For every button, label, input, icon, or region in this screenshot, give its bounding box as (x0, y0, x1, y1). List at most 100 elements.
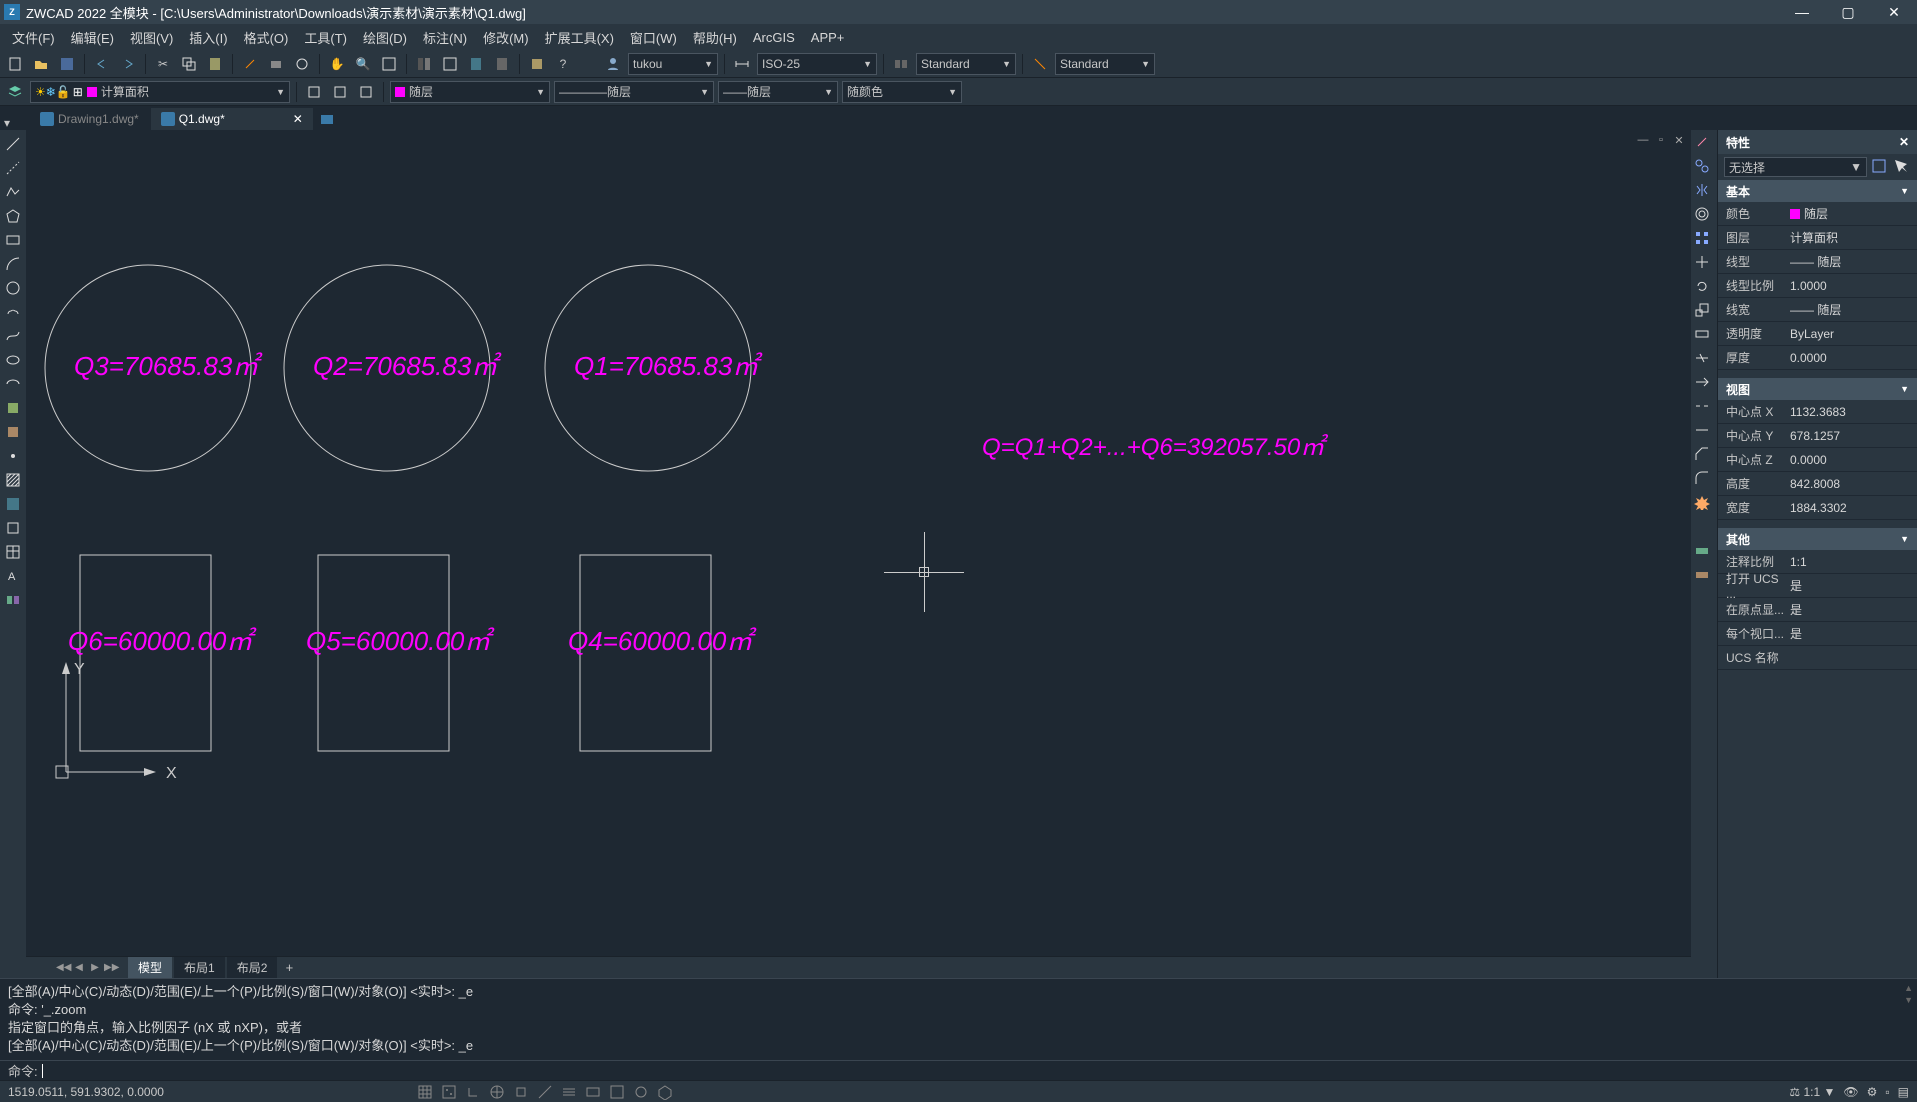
tab-last-icon[interactable]: ▶▶ (104, 962, 118, 973)
zoom-icon[interactable]: 🔍 (352, 53, 374, 75)
cycle-icon[interactable] (630, 1083, 652, 1101)
layer-manager-icon[interactable] (4, 81, 26, 103)
revision-cloud-icon[interactable] (3, 302, 23, 322)
scale-icon[interactable] (1694, 302, 1714, 322)
menu-file[interactable]: 文件(F) (4, 24, 63, 51)
plotstyle-combo[interactable]: 随颜色▼ (842, 81, 962, 103)
tool-palette-icon[interactable] (465, 53, 487, 75)
document-tab-active[interactable]: Q1.dwg*✕ (151, 108, 313, 130)
circle-icon[interactable] (3, 278, 23, 298)
array-icon[interactable] (1694, 230, 1714, 250)
calculator-icon[interactable] (491, 53, 513, 75)
redo-icon[interactable] (117, 53, 139, 75)
zoom-extents-icon[interactable] (378, 53, 400, 75)
snap-icon[interactable] (438, 1083, 460, 1101)
menu-draw[interactable]: 绘图(D) (355, 24, 415, 51)
design-center-icon[interactable] (439, 53, 461, 75)
select-objects-icon[interactable] (1893, 158, 1911, 176)
extend-icon[interactable] (1694, 374, 1714, 394)
chamfer-icon[interactable] (1694, 446, 1714, 466)
layer-prev-icon[interactable] (303, 81, 325, 103)
addregion-icon[interactable] (3, 590, 23, 610)
save-icon[interactable] (56, 53, 78, 75)
dimstyle-combo[interactable]: ISO-25▼ (757, 53, 877, 75)
copy-icon[interactable] (178, 53, 200, 75)
properties-icon[interactable] (413, 53, 435, 75)
close-button[interactable]: ✕ (1871, 0, 1917, 24)
ellipse-icon[interactable] (3, 350, 23, 370)
preview-icon[interactable] (291, 53, 313, 75)
command-input[interactable]: 命令: (0, 1060, 1917, 1080)
dyn-icon[interactable] (582, 1083, 604, 1101)
layout1-tab[interactable]: 布局1 (174, 957, 225, 978)
layer-iso-icon[interactable] (1694, 566, 1714, 586)
help-icon[interactable]: ? (552, 53, 574, 75)
rectangle-icon[interactable] (3, 230, 23, 250)
tab-first-icon[interactable]: ◀◀ (56, 962, 70, 973)
region-icon[interactable] (3, 518, 23, 538)
mirror-icon[interactable] (1694, 182, 1714, 202)
log-scroll-down-icon[interactable]: ▼ (1904, 995, 1913, 1005)
print-icon[interactable] (265, 53, 287, 75)
menu-insert[interactable]: 插入(I) (181, 24, 235, 51)
construction-line-icon[interactable] (3, 158, 23, 178)
model-tab[interactable]: 模型 (128, 957, 172, 978)
selection-combo[interactable]: 无选择▼ (1724, 157, 1867, 177)
layer-state-icon[interactable] (329, 81, 351, 103)
menu-help[interactable]: 帮助(H) (685, 24, 745, 51)
point-icon[interactable] (3, 446, 23, 466)
open-file-icon[interactable] (30, 53, 52, 75)
line-icon[interactable] (3, 134, 23, 154)
ortho-icon[interactable] (462, 1083, 484, 1101)
clean-screen-icon[interactable]: ▫ (1885, 1085, 1889, 1099)
polar-icon[interactable] (486, 1083, 508, 1101)
menu-extend[interactable]: 扩展工具(X) (537, 24, 622, 51)
section-other[interactable]: 其他▼ (1718, 528, 1917, 550)
hatch-icon[interactable] (3, 470, 23, 490)
menu-arcgis[interactable]: ArcGIS (745, 26, 803, 49)
stretch-icon[interactable] (1694, 326, 1714, 346)
lwt-icon[interactable] (558, 1083, 580, 1101)
gradient-icon[interactable] (3, 494, 23, 514)
spline-icon[interactable] (3, 326, 23, 346)
grid-icon[interactable] (414, 1083, 436, 1101)
layer-filter-icon[interactable] (355, 81, 377, 103)
copy-object-icon[interactable] (1694, 158, 1714, 178)
otrack-icon[interactable] (534, 1083, 556, 1101)
arc-icon[interactable] (3, 254, 23, 274)
customize-icon[interactable]: ▤ (1898, 1085, 1909, 1099)
menu-window[interactable]: 窗口(W) (622, 24, 685, 51)
add-layout-button[interactable]: + (279, 960, 299, 975)
layout2-tab[interactable]: 布局2 (227, 957, 278, 978)
table-icon[interactable] (3, 542, 23, 562)
ellipse-arc-icon[interactable] (3, 374, 23, 394)
quick-select-icon[interactable] (1871, 158, 1889, 176)
insert-block-icon[interactable] (3, 398, 23, 418)
break-icon[interactable] (1694, 398, 1714, 418)
tab-chevron-icon[interactable]: ▾ (4, 116, 10, 130)
textstyle-combo[interactable]: Standard▼ (916, 53, 1016, 75)
polyline-icon[interactable] (3, 182, 23, 202)
section-view[interactable]: 视图▼ (1718, 378, 1917, 400)
layer-walk-icon[interactable] (1694, 542, 1714, 562)
textstyle-icon[interactable] (890, 53, 912, 75)
workspace-icon[interactable]: ⚙ (1867, 1085, 1878, 1099)
tab-prev-icon[interactable]: ◀ (72, 962, 86, 973)
menu-edit[interactable]: 编辑(E) (63, 24, 122, 51)
trim-icon[interactable] (1694, 350, 1714, 370)
menu-format[interactable]: 格式(O) (236, 24, 297, 51)
tab-next-icon[interactable]: ▶ (88, 962, 102, 973)
model-icon[interactable] (606, 1083, 628, 1101)
match-prop-icon[interactable] (239, 53, 261, 75)
annotation-visibility-icon[interactable]: 👁 (1843, 1085, 1858, 1099)
fillet-icon[interactable] (1694, 470, 1714, 490)
pan-icon[interactable]: ✋ (326, 53, 348, 75)
mleaderstyle-combo[interactable]: Standard▼ (1055, 53, 1155, 75)
polygon-icon[interactable] (3, 206, 23, 226)
block-icon[interactable] (526, 53, 548, 75)
menu-modify[interactable]: 修改(M) (475, 24, 537, 51)
color-combo[interactable]: 随层▼ (390, 81, 550, 103)
menu-app[interactable]: APP+ (803, 26, 853, 49)
document-tab[interactable]: Drawing1.dwg* (30, 108, 149, 130)
menu-tools[interactable]: 工具(T) (296, 24, 355, 51)
